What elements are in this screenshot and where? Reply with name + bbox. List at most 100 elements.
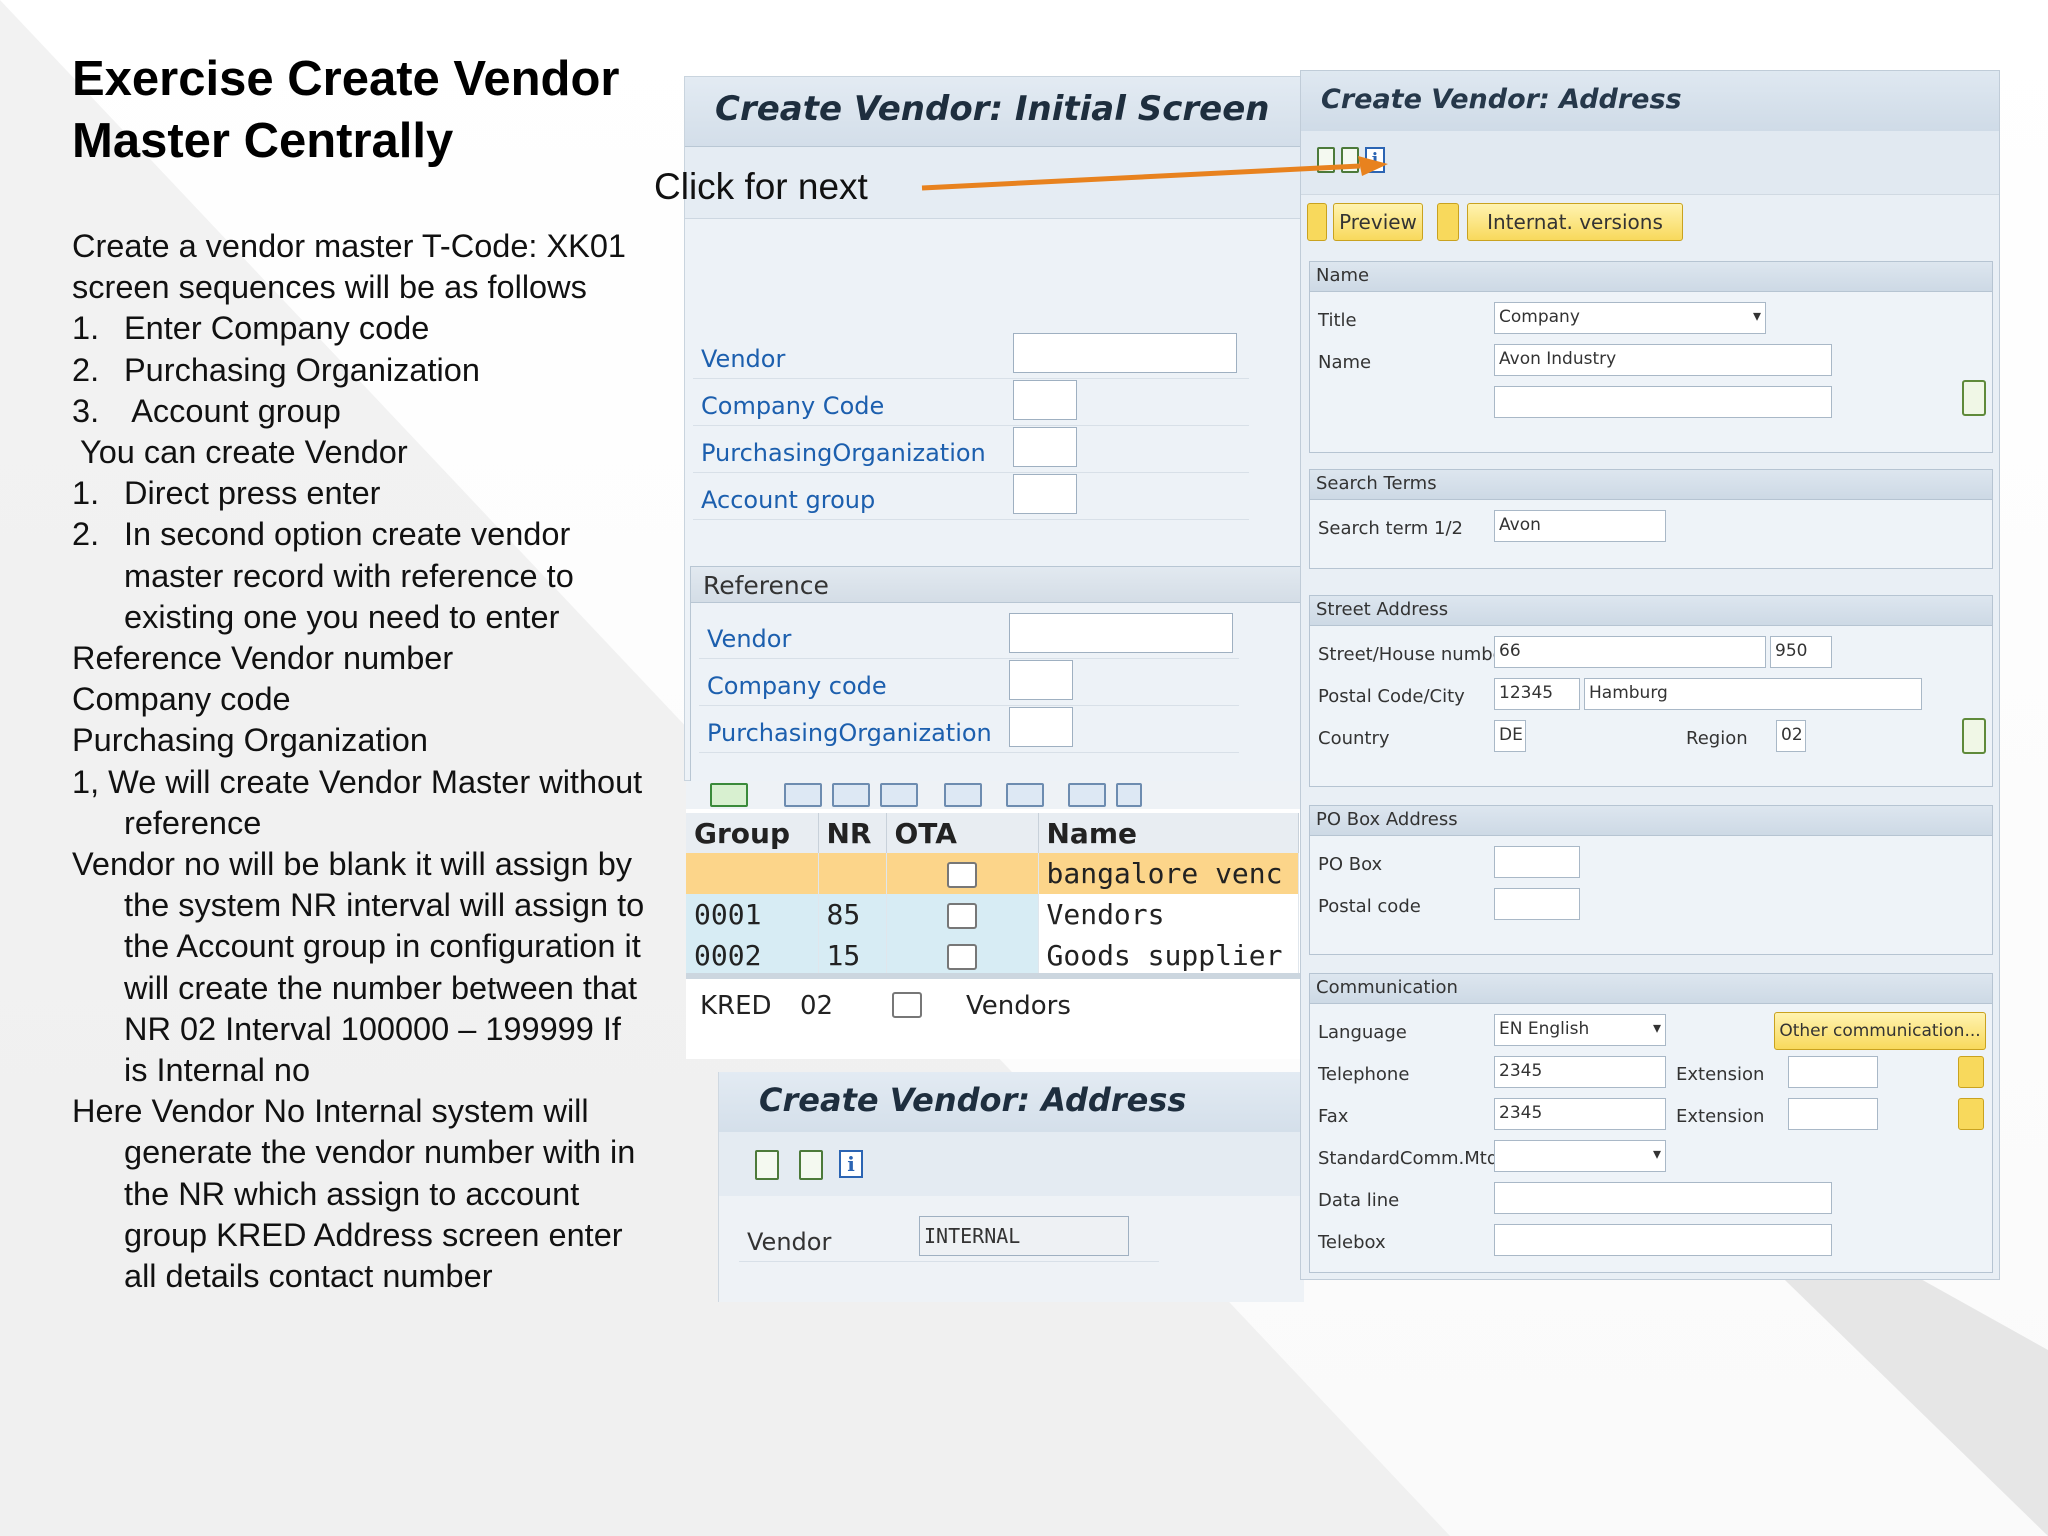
initial-screen-title: Create Vendor: Initial Screen bbox=[685, 77, 1303, 147]
telebox-input[interactable] bbox=[1494, 1224, 1832, 1256]
text-line: Here Vendor No Internal system will bbox=[72, 1093, 589, 1130]
street-address-section: Street Address Street/House number 66 95… bbox=[1309, 595, 1993, 787]
street-address-header: Street Address bbox=[1310, 596, 1992, 626]
po-postal-code-input[interactable] bbox=[1494, 888, 1580, 920]
ref-vendor-input[interactable] bbox=[1009, 613, 1233, 653]
company-code-input[interactable] bbox=[1013, 380, 1077, 420]
internat-versions-button[interactable]: Internat. versions bbox=[1467, 203, 1683, 241]
search-term-input[interactable]: Avon bbox=[1494, 510, 1666, 542]
filter-icon[interactable] bbox=[1006, 783, 1044, 807]
ref-purchasing-org-label: PurchasingOrganization bbox=[707, 719, 992, 747]
fax-label: Fax bbox=[1318, 1106, 1349, 1127]
house-number-input[interactable]: 950 bbox=[1770, 636, 1832, 668]
more-names-icon[interactable] bbox=[1962, 380, 1986, 416]
name-section: Name Title Company Name Avon Industry bbox=[1309, 261, 1993, 453]
search-term-label: Search term 1/2 bbox=[1318, 518, 1464, 539]
list-item: 1. Enter Company code bbox=[72, 310, 430, 347]
ota-checkbox[interactable] bbox=[892, 991, 922, 1018]
ref-purchasing-org-input[interactable] bbox=[1009, 707, 1073, 747]
fax-extension-input[interactable] bbox=[1788, 1098, 1878, 1130]
address-button-bar: Preview Internat. versions bbox=[1301, 195, 1999, 245]
columns-icon[interactable] bbox=[832, 783, 870, 807]
sort-icon[interactable] bbox=[1116, 783, 1142, 807]
address-vendor-label: Vendor bbox=[747, 1228, 832, 1256]
col-ota[interactable]: OTA bbox=[886, 813, 1039, 853]
postal-code-input[interactable]: 12345 bbox=[1494, 678, 1580, 710]
text-line: Reference Vendor number bbox=[72, 640, 454, 677]
ota-checkbox[interactable] bbox=[947, 944, 977, 970]
telebox-label: Telebox bbox=[1318, 1232, 1386, 1253]
more-address-icon[interactable] bbox=[1962, 718, 1986, 754]
table-row[interactable]: 0002 15 Goods supplier bbox=[686, 935, 1299, 976]
purchasing-org-input[interactable] bbox=[1013, 427, 1077, 467]
data-line-input[interactable] bbox=[1494, 1182, 1832, 1214]
table-row[interactable]: 0001 85 Vendors bbox=[686, 894, 1299, 935]
cell-name: Goods supplier bbox=[1038, 935, 1299, 976]
list-item: 1. Direct press enter bbox=[72, 475, 381, 512]
prev-page-icon[interactable] bbox=[755, 1150, 779, 1180]
table-header-row: Group NR OTA Name bbox=[686, 813, 1299, 853]
region-label: Region bbox=[1686, 728, 1748, 749]
arrow-head bbox=[1358, 156, 1388, 176]
layout-icon[interactable] bbox=[880, 783, 918, 807]
region-input[interactable]: 02 bbox=[1776, 720, 1806, 752]
telephone-more-icon[interactable] bbox=[1958, 1056, 1984, 1088]
standard-comm-select[interactable] bbox=[1494, 1140, 1666, 1172]
col-nr[interactable]: NR bbox=[818, 813, 887, 853]
fax-more-icon[interactable] bbox=[1958, 1098, 1984, 1130]
vendor-field-row: Vendor bbox=[693, 333, 1249, 379]
text-line: Company code bbox=[72, 681, 291, 718]
other-communication-button[interactable]: Other communication... bbox=[1774, 1012, 1986, 1050]
address-small-title: Create Vendor: Address bbox=[719, 1072, 1304, 1132]
click-for-next-note: Click for next bbox=[654, 166, 868, 207]
check-icon[interactable] bbox=[710, 783, 748, 807]
account-group-row: Account group bbox=[693, 474, 1249, 520]
list-item: 2. In second option create vendor bbox=[72, 516, 571, 553]
kred-nr: 02 bbox=[800, 991, 834, 1021]
expand-icon[interactable] bbox=[1307, 203, 1327, 241]
fax-input[interactable]: 2345 bbox=[1494, 1098, 1666, 1130]
ota-checkbox[interactable] bbox=[947, 903, 977, 929]
telephone-extension-input[interactable] bbox=[1788, 1056, 1878, 1088]
vendor-input[interactable] bbox=[1013, 333, 1237, 373]
country-input[interactable]: DE bbox=[1494, 720, 1526, 752]
street-input[interactable]: 66 bbox=[1494, 636, 1766, 668]
company-code-label: Company Code bbox=[701, 392, 885, 420]
list-item: 3. Account group bbox=[72, 392, 341, 429]
ref-company-code-input[interactable] bbox=[1009, 660, 1073, 700]
text-line: the NR which assign to account bbox=[124, 1175, 580, 1212]
ota-checkbox[interactable] bbox=[947, 862, 977, 888]
preview-button[interactable]: Preview bbox=[1333, 203, 1423, 241]
lock-icon[interactable] bbox=[1437, 203, 1459, 241]
table-row[interactable]: bangalore venc bbox=[686, 853, 1299, 894]
details-icon[interactable] bbox=[784, 783, 822, 807]
text-line: reference bbox=[124, 804, 262, 841]
reference-box: Reference Vendor Company code Purchasing… bbox=[690, 566, 1304, 782]
postal-city-label: Postal Code/City bbox=[1318, 686, 1465, 707]
col-group[interactable]: Group bbox=[686, 813, 819, 853]
print-icon[interactable] bbox=[1068, 783, 1106, 807]
language-label: Language bbox=[1318, 1022, 1407, 1043]
title-select[interactable]: Company bbox=[1494, 302, 1766, 334]
search-icon[interactable] bbox=[944, 783, 982, 807]
cell-nr bbox=[818, 853, 887, 894]
language-select[interactable]: EN English bbox=[1494, 1014, 1666, 1046]
text-line: is Internal no bbox=[124, 1052, 311, 1089]
search-terms-section: Search Terms Search term 1/2 Avon bbox=[1309, 469, 1993, 569]
list-item: 2. Purchasing Organization bbox=[72, 351, 480, 388]
name-input[interactable]: Avon Industry bbox=[1494, 344, 1832, 376]
title-line-2: Master Centrally bbox=[72, 114, 454, 168]
city-input[interactable]: Hamburg bbox=[1584, 678, 1922, 710]
po-box-label: PO Box bbox=[1318, 854, 1383, 875]
telephone-input[interactable]: 2345 bbox=[1494, 1056, 1666, 1088]
address-vendor-value: INTERNAL bbox=[919, 1216, 1129, 1256]
col-name[interactable]: Name bbox=[1038, 813, 1299, 853]
name-input-2[interactable] bbox=[1494, 386, 1832, 418]
text-line: master record with reference to bbox=[124, 557, 574, 594]
po-box-input[interactable] bbox=[1494, 846, 1580, 878]
info-icon[interactable]: i bbox=[839, 1150, 863, 1178]
address-title: Create Vendor: Address bbox=[1301, 71, 1999, 131]
account-group-input[interactable] bbox=[1013, 474, 1077, 514]
kred-row[interactable]: KRED 02 Vendors bbox=[686, 973, 1304, 1059]
next-page-icon[interactable] bbox=[799, 1150, 823, 1180]
